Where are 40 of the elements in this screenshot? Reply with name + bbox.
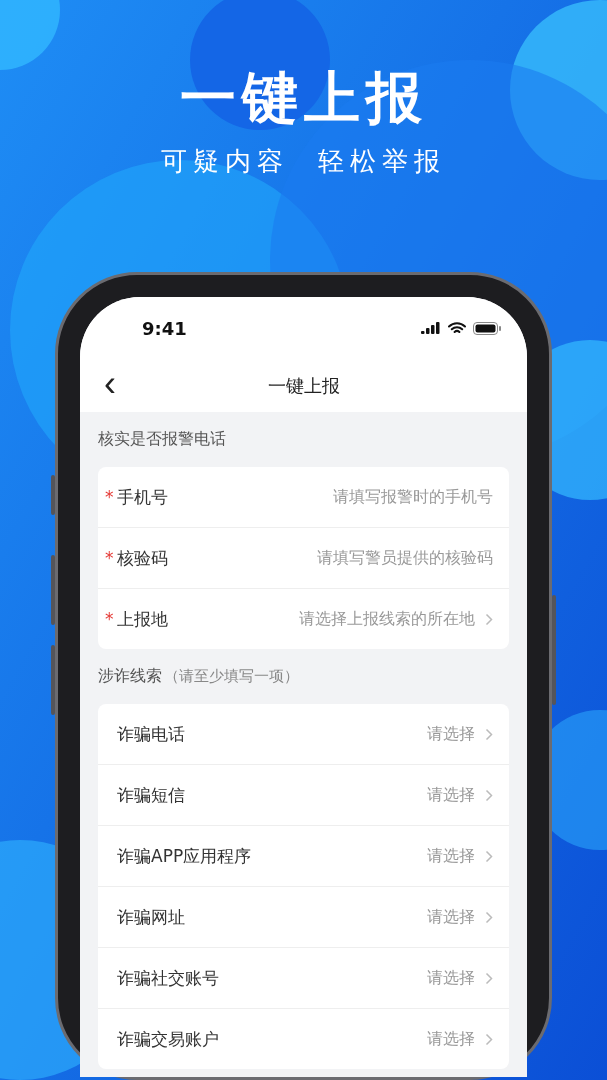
required-mark: * bbox=[105, 548, 115, 568]
field-label: 上报地 bbox=[117, 607, 168, 631]
section-title: 涉诈线索 bbox=[98, 666, 162, 687]
form-row[interactable]: 诈骗网址 请选择 bbox=[98, 886, 509, 947]
signal-icon bbox=[421, 322, 441, 334]
chevron-icon bbox=[485, 727, 493, 741]
field-label: 诈骗社交账号 bbox=[117, 966, 219, 990]
form-row[interactable]: 诈骗社交账号 请选择 bbox=[98, 947, 509, 1008]
field-label: 诈骗电话 bbox=[117, 722, 185, 746]
status-time: 9:41 bbox=[142, 317, 187, 339]
back-button[interactable]: ‹ bbox=[100, 367, 120, 401]
form-row[interactable]: 诈骗短信 请选择 bbox=[98, 764, 509, 825]
field-label: 诈骗交易账户 bbox=[117, 1027, 219, 1051]
field-label: 手机号 bbox=[117, 485, 168, 509]
wifi-icon bbox=[448, 321, 466, 335]
field-label: 诈骗短信 bbox=[117, 783, 185, 807]
field-label: 诈骗APP应用程序 bbox=[117, 844, 252, 868]
chevron-icon bbox=[485, 849, 493, 863]
section-title: 核实是否报警电话 bbox=[98, 429, 226, 450]
chevron-icon bbox=[485, 612, 493, 626]
hero-subtitle: 可疑内容 轻松举报 bbox=[161, 145, 446, 178]
hero-title: 一键上报 bbox=[179, 66, 428, 130]
form-row[interactable]: * 核验码 请填写警员提供的核验码 bbox=[98, 527, 509, 588]
field-label: 诈骗网址 bbox=[117, 905, 185, 929]
background-bubble bbox=[0, 0, 60, 70]
form-row[interactable]: 诈骗交易账户 请选择 bbox=[98, 1008, 509, 1069]
field-label: 核验码 bbox=[117, 546, 168, 570]
required-mark: * bbox=[105, 609, 115, 629]
battery-icon bbox=[473, 321, 501, 335]
form-row[interactable]: 诈骗电话 请选择 bbox=[98, 704, 509, 764]
form-row[interactable]: 诈骗APP应用程序 请选择 bbox=[98, 825, 509, 886]
required-mark: * bbox=[105, 487, 115, 507]
chevron-icon bbox=[485, 971, 493, 985]
form-row[interactable]: * 上报地 请选择上报线索的所在地 bbox=[98, 588, 509, 649]
section-note: （请至少填写一项） bbox=[164, 667, 299, 686]
chevron-icon bbox=[485, 788, 493, 802]
chevron-icon bbox=[485, 1032, 493, 1046]
chevron-icon bbox=[485, 910, 493, 924]
form-row[interactable]: * 手机号 请填写报警时的手机号 bbox=[98, 467, 509, 527]
nav-title: 一键上报 bbox=[267, 373, 340, 398]
